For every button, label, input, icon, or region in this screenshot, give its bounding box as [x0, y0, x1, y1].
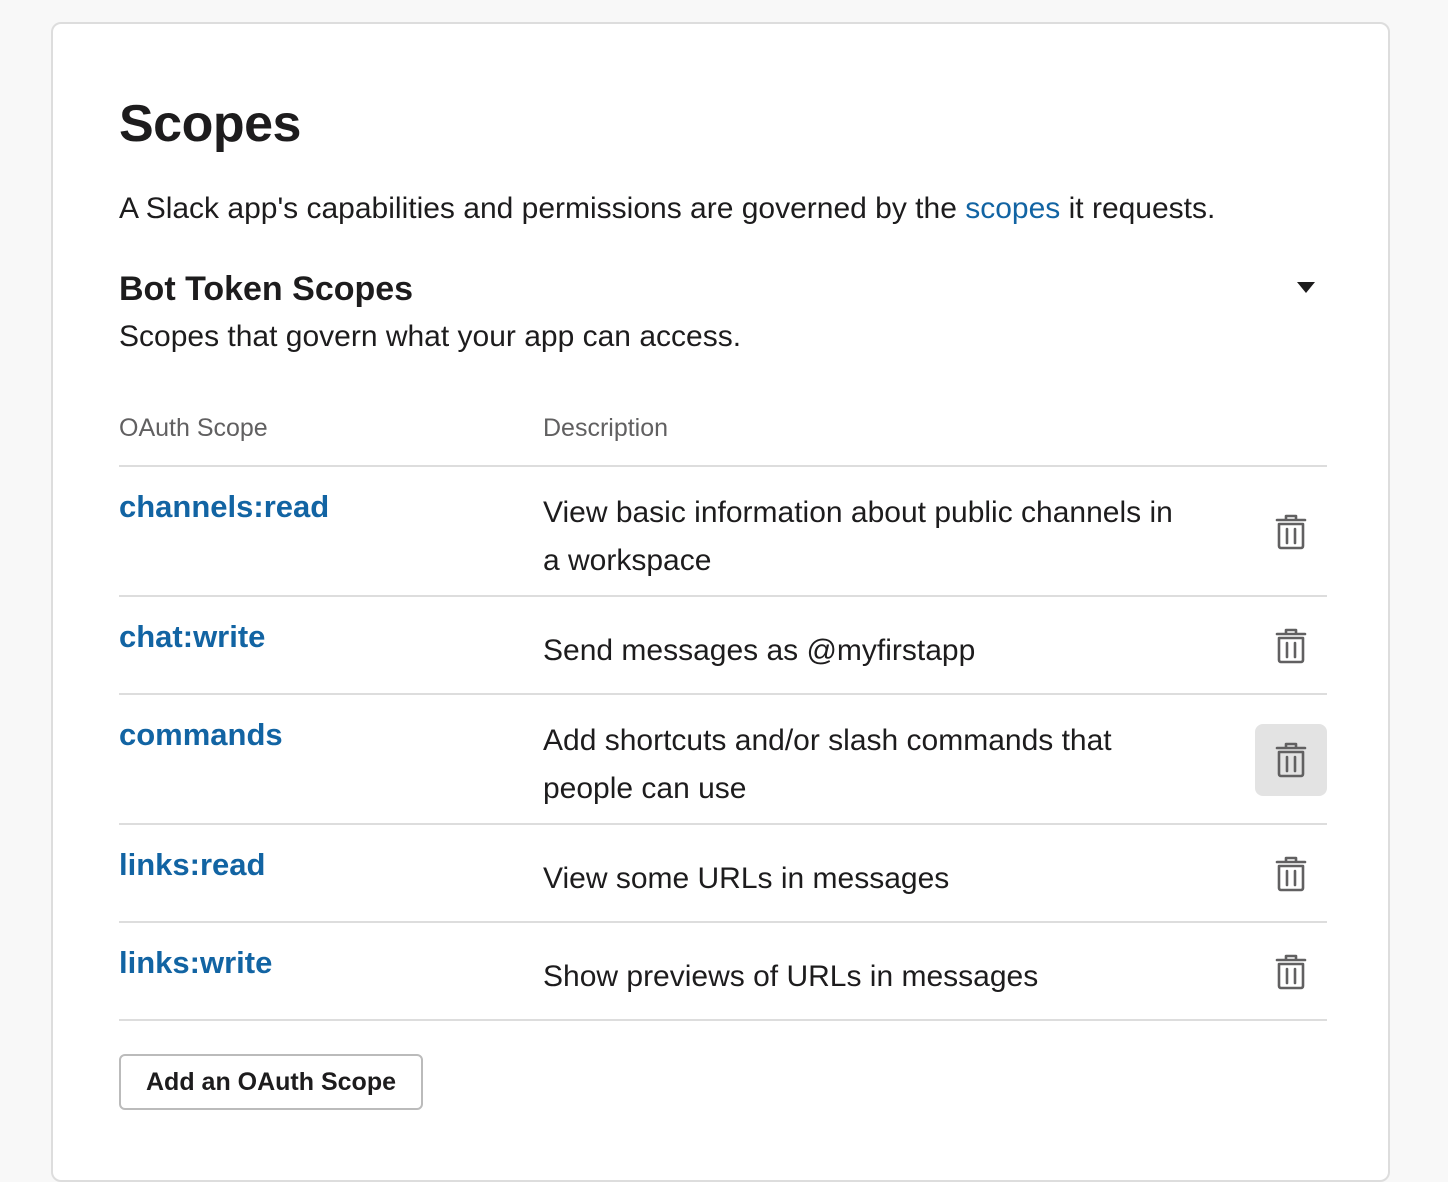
trash-icon — [1275, 856, 1307, 892]
delete-scope-button[interactable] — [1255, 838, 1327, 910]
scope-link[interactable]: commands — [119, 717, 283, 753]
scope-description: View some URLs in messages — [543, 862, 950, 895]
scopes-link[interactable]: scopes — [965, 192, 1060, 225]
scope-link[interactable]: channels:read — [119, 489, 329, 525]
section-title: Bot Token Scopes — [119, 270, 414, 308]
delete-scope-button[interactable] — [1255, 496, 1327, 568]
intro-text: A Slack app's capabilities and permissio… — [119, 192, 1215, 226]
scope-description: Send messages as @myfirstapp — [543, 634, 976, 667]
trash-icon — [1275, 628, 1307, 664]
scope-description: Show previews of URLs in messages — [543, 960, 1039, 993]
scope-description: Add shortcuts and/or slash commands that… — [543, 724, 1112, 805]
page-title: Scopes — [119, 95, 301, 153]
table-row: chat:write Send messages as @myfirstapp — [119, 597, 1327, 695]
section-subtitle: Scopes that govern what your app can acc… — [119, 320, 742, 353]
trash-icon — [1275, 514, 1307, 550]
table-row: channels:read View basic information abo… — [119, 467, 1327, 597]
table-row: commands Add shortcuts and/or slash comm… — [119, 695, 1327, 825]
table-row: links:read View some URLs in messages — [119, 825, 1327, 923]
intro-text-after: it requests. — [1060, 192, 1216, 225]
trash-icon — [1275, 742, 1307, 778]
scope-description: View basic information about public chan… — [543, 496, 1173, 577]
scope-link[interactable]: chat:write — [119, 619, 265, 655]
scopes-table: channels:read View basic information abo… — [119, 465, 1327, 1021]
delete-scope-button[interactable] — [1255, 936, 1327, 1008]
add-oauth-scope-button[interactable]: Add an OAuth Scope — [119, 1054, 423, 1110]
delete-scope-button[interactable] — [1255, 610, 1327, 682]
column-header-description: Description — [543, 414, 669, 442]
column-header-oauth-scope: OAuth Scope — [119, 414, 268, 442]
caret-down-icon[interactable] — [1297, 282, 1315, 293]
scope-link[interactable]: links:read — [119, 847, 265, 883]
delete-scope-button[interactable] — [1255, 724, 1327, 796]
table-row: links:write Show previews of URLs in mes… — [119, 923, 1327, 1021]
scope-link[interactable]: links:write — [119, 945, 272, 981]
scopes-card: Scopes A Slack app's capabilities and pe… — [51, 22, 1390, 1182]
trash-icon — [1275, 954, 1307, 990]
intro-text-before: A Slack app's capabilities and permissio… — [119, 192, 966, 225]
